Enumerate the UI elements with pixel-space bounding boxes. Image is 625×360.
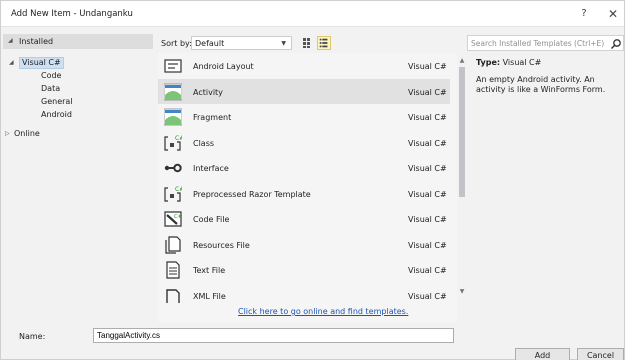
razor-template-icon: C# xyxy=(164,185,184,203)
template-language: Visual C# xyxy=(408,189,447,199)
category-tree: ◢ Installed ◢ Visual C# Code Data Genera… xyxy=(1,34,155,319)
template-row[interactable]: Resources File Visual C# xyxy=(158,232,450,258)
template-row[interactable]: Text File Visual C# xyxy=(158,257,450,283)
sort-bar: Sort by: Default ▼ xyxy=(159,34,459,52)
scroll-up-icon[interactable]: ▲ xyxy=(458,57,466,65)
template-language: Visual C# xyxy=(408,266,447,275)
type-label: Type: xyxy=(476,58,501,67)
tree-node-visual-csharp[interactable]: ◢ Visual C# xyxy=(9,57,64,69)
text-file-icon xyxy=(164,261,182,279)
tree-node-label: Visual C# xyxy=(19,57,64,69)
type-line: Type: Visual C# xyxy=(476,58,624,67)
type-value: Visual C# xyxy=(502,58,542,67)
template-search-input[interactable]: Search Installed Templates (Ctrl+E) xyxy=(467,35,624,51)
template-language: Visual C# xyxy=(408,87,447,97)
sort-dropdown[interactable]: Default ▼ xyxy=(191,36,292,50)
template-name: Resources File xyxy=(193,240,250,250)
template-name: Text File xyxy=(193,266,226,275)
list-view-icon xyxy=(319,38,328,48)
fragment-icon xyxy=(163,108,183,126)
tree-node-online[interactable]: ▷ Online xyxy=(5,129,40,138)
search-placeholder: Search Installed Templates (Ctrl+E) xyxy=(471,39,605,48)
android-layout-icon xyxy=(164,57,182,75)
template-name: Android Layout xyxy=(193,62,254,71)
template-name: Code File xyxy=(193,215,230,224)
template-language: Visual C# xyxy=(408,62,447,71)
name-input[interactable] xyxy=(93,328,454,343)
template-row[interactable]: Interface Visual C# xyxy=(158,155,450,181)
template-name: Preprocessed Razor Template xyxy=(193,189,311,199)
tree-node-data[interactable]: Data xyxy=(41,84,60,93)
scroll-thumb[interactable] xyxy=(459,67,465,197)
template-name: Activity xyxy=(193,87,223,97)
template-name: XML File xyxy=(193,291,226,301)
close-button[interactable]: ✕ xyxy=(604,6,622,22)
tree-node-general[interactable]: General xyxy=(41,97,73,106)
template-language: Visual C# xyxy=(408,240,447,250)
tree-installed-header[interactable]: ◢ Installed xyxy=(3,34,153,49)
template-language: Visual C# xyxy=(408,291,447,301)
name-label-text: Name: xyxy=(19,332,46,341)
template-name: Class xyxy=(193,138,215,148)
template-row[interactable]: XML File Visual C# xyxy=(158,283,450,309)
template-language: Visual C# xyxy=(408,113,447,122)
chevron-down-icon: ▼ xyxy=(281,40,286,47)
template-row[interactable]: C# Class Visual C# xyxy=(158,130,450,156)
interface-icon xyxy=(164,159,182,177)
list-view-button[interactable] xyxy=(317,36,331,50)
template-language: Visual C# xyxy=(408,138,447,148)
template-row[interactable]: C# Code File Visual C# xyxy=(158,206,450,232)
search-icon[interactable] xyxy=(610,38,622,50)
tree-node-label: Online xyxy=(14,129,40,138)
add-new-item-dialog: Add New Item - Undanganku ? ✕ ◢ Installe… xyxy=(0,0,625,360)
cancel-button[interactable]: Cancel xyxy=(577,348,624,360)
activity-icon xyxy=(163,83,183,101)
online-templates-link[interactable]: Click here to go online and find templat… xyxy=(238,307,408,316)
help-button[interactable]: ? xyxy=(575,6,593,22)
sort-value: Default xyxy=(195,39,225,48)
template-list: Android Layout Visual C# Activity Visual C#… xyxy=(158,53,457,322)
collapse-arrow-icon: ◢ xyxy=(8,37,13,44)
template-details: Type: Visual C# An empty Android activit… xyxy=(476,58,624,95)
title-bar: Add New Item - Undanganku ? ✕ xyxy=(1,1,624,27)
template-row[interactable]: C# Preprocessed Razor Template Visual C# xyxy=(158,181,450,207)
tree-node-android[interactable]: Android xyxy=(41,110,72,119)
xml-file-icon xyxy=(164,287,182,305)
svg-text:C#: C# xyxy=(175,135,182,142)
template-name: Interface xyxy=(193,164,229,173)
name-label: Name: xyxy=(19,332,45,341)
resources-file-icon xyxy=(164,235,182,254)
sort-label: Sort by: xyxy=(161,39,192,48)
svg-text:C#: C# xyxy=(175,186,182,193)
template-name: Fragment xyxy=(193,113,232,122)
template-row[interactable]: Android Layout Visual C# xyxy=(158,53,450,79)
template-row[interactable]: Activity Visual C# xyxy=(158,78,450,104)
template-description: An empty Android activity. An activity i… xyxy=(476,75,606,94)
template-language: Visual C# xyxy=(408,215,447,224)
svg-text:C#: C# xyxy=(174,214,182,220)
add-button[interactable]: Add xyxy=(515,348,570,360)
code-file-icon: C# xyxy=(164,210,183,228)
tree-node-code[interactable]: Code xyxy=(41,71,61,80)
class-icon: C# xyxy=(164,134,184,152)
scroll-down-icon[interactable]: ▼ xyxy=(458,288,466,296)
expand-arrow-icon: ▷ xyxy=(5,130,10,137)
template-row[interactable]: Fragment Visual C# xyxy=(158,104,450,130)
window-title: Add New Item - Undanganku xyxy=(11,9,133,19)
template-language: Visual C# xyxy=(408,164,447,173)
template-list-scrollbar[interactable]: ▲ ▼ xyxy=(458,57,466,297)
collapse-arrow-icon: ◢ xyxy=(9,59,14,66)
grid-view-icon[interactable] xyxy=(302,37,314,49)
tree-installed-label: Installed xyxy=(19,37,54,46)
